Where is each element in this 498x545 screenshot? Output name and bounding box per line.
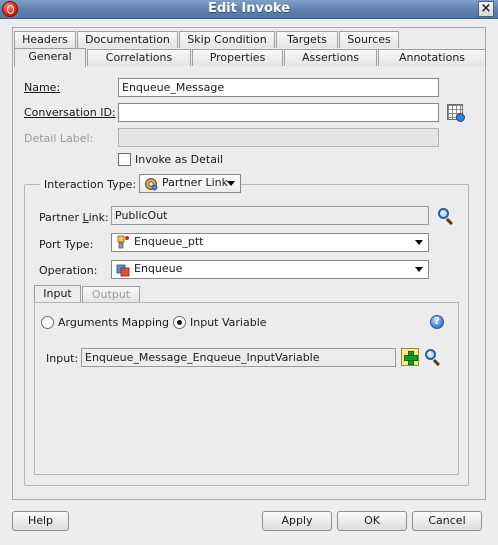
name-label: Name: [24,81,61,94]
conversation-id-input[interactable] [118,103,439,122]
help-icon[interactable]: ? [430,315,444,329]
window-title: Edit Invoke [208,1,290,16]
tab-sources[interactable]: Sources [339,31,399,48]
input-variable-radio[interactable] [173,316,186,329]
interaction-type-value: Partner Link [162,176,228,189]
add-icon[interactable] [401,348,419,366]
search-icon[interactable] [437,207,455,226]
partner-link-icon [145,178,158,191]
tab-properties[interactable]: Properties [192,49,283,66]
apply-button[interactable]: Apply [262,511,332,531]
operation-icon [116,264,130,277]
close-icon[interactable]: × [478,1,494,17]
tab-documentation[interactable]: Documentation [77,31,178,48]
invoke-as-detail-checkbox[interactable] [118,153,131,166]
arguments-mapping-label: Arguments Mapping [58,316,170,329]
invoke-as-detail-label: Invoke as Detail [135,153,224,166]
partner-link-input: PublicOut [111,206,429,225]
partner-link-label: Partner Link: [39,211,109,224]
tab-headers[interactable]: Headers [14,31,76,48]
tab-general[interactable]: General [14,48,86,67]
chevron-down-icon [415,267,423,272]
tab-output[interactable]: Output [82,286,140,303]
operation-label: Operation: [39,264,98,277]
name-input[interactable]: Enqueue_Message [118,78,439,97]
cancel-button[interactable]: Cancel [412,511,482,531]
port-type-label: Port Type: [39,238,94,251]
operation-value: Enqueue [134,262,183,275]
tab-assertions[interactable]: Assertions [284,49,377,66]
tab-targets[interactable]: Targets [276,31,338,48]
tab-skip-condition[interactable]: Skip Condition [179,31,275,48]
interaction-type-label: Interaction Type: [40,178,141,191]
search-icon[interactable] [424,348,442,367]
port-type-icon [117,235,129,249]
chevron-down-icon [415,240,423,245]
grid-browse-icon[interactable] [447,104,465,122]
port-type-combo[interactable]: Enqueue_ptt [111,233,429,252]
chevron-down-icon [227,181,235,186]
ok-button[interactable]: OK [337,511,407,531]
arguments-mapping-radio[interactable] [41,316,54,329]
title-bar: Edit Invoke × [0,0,498,19]
help-button[interactable]: Help [12,511,69,531]
input-variable-input: Enqueue_Message_Enqueue_InputVariable [81,348,396,367]
conversation-id-label: Conversation ID: [24,106,116,119]
port-type-value: Enqueue_ptt [134,235,204,248]
input-label: Input: [46,352,79,365]
interaction-type-combo[interactable]: Partner Link [139,174,241,193]
detail-label-label: Detail Label: [24,132,94,145]
operation-combo[interactable]: Enqueue [111,260,429,279]
detail-label-input [118,128,439,147]
tab-annotations[interactable]: Annotations [378,49,486,66]
tab-correlations[interactable]: Correlations [87,49,191,66]
input-variable-label: Input Variable [190,316,267,329]
